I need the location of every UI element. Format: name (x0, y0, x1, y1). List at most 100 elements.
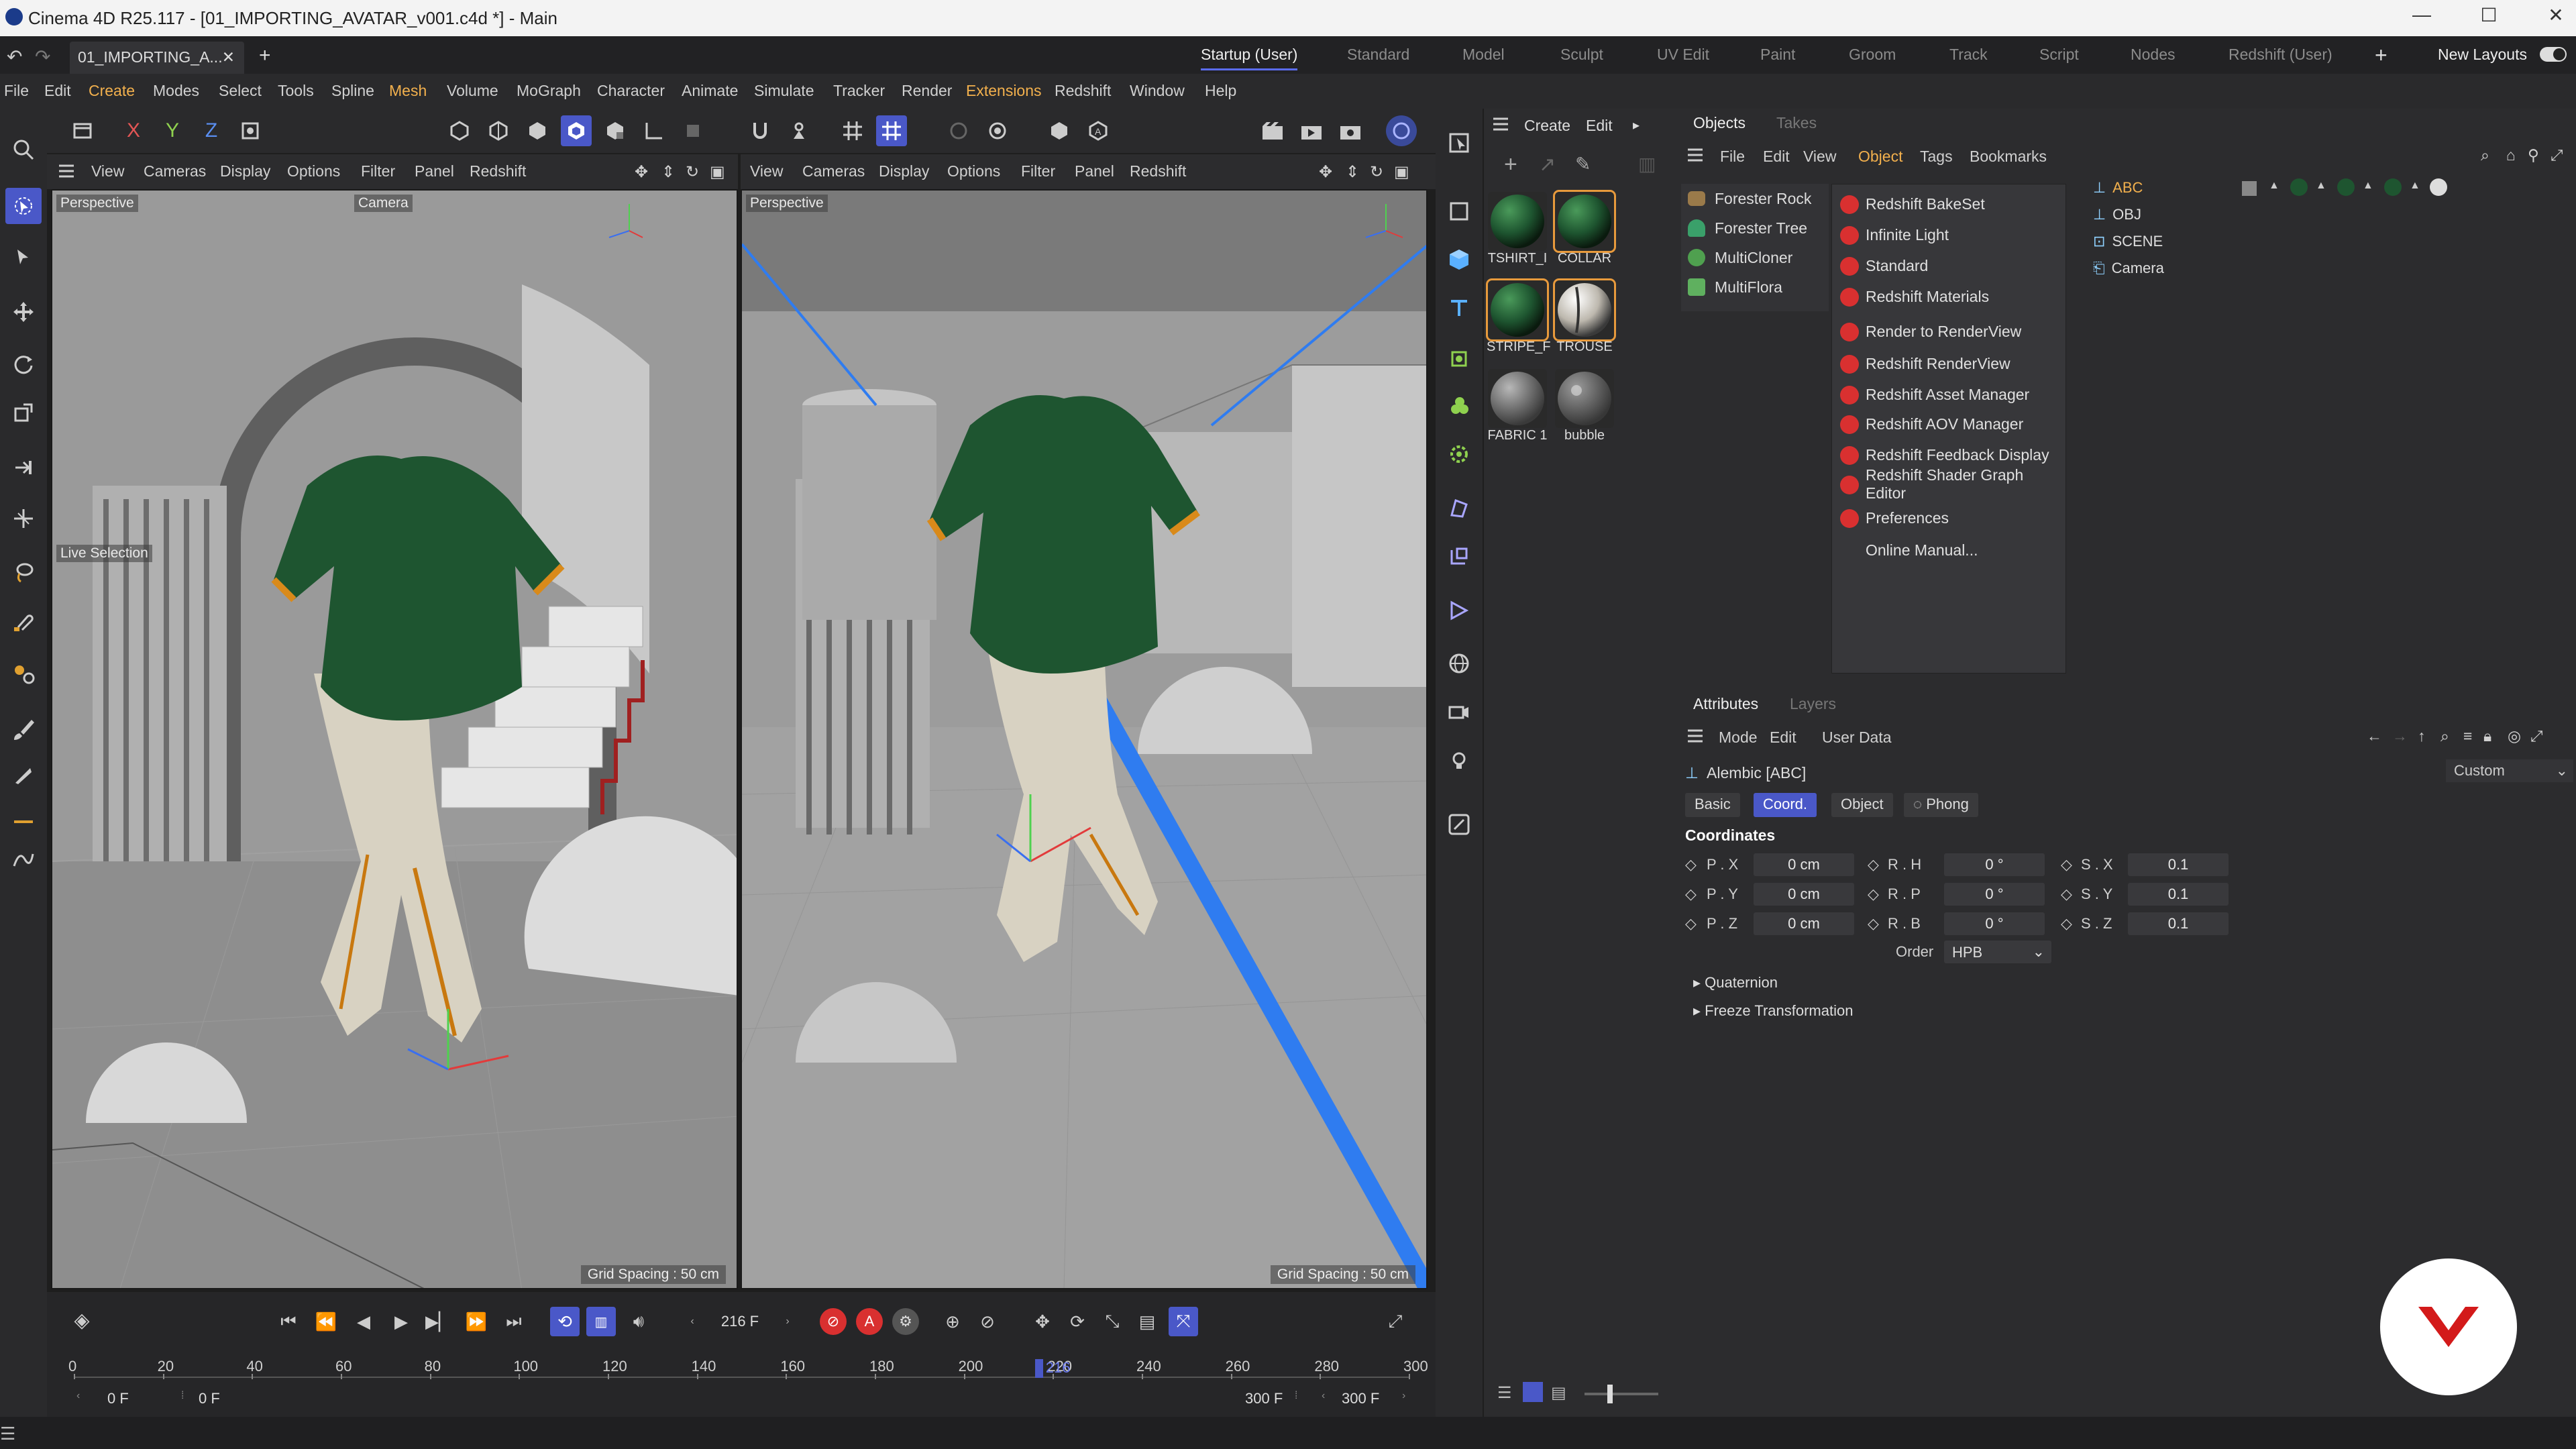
tab-attributes[interactable]: Attributes (1693, 695, 1758, 713)
menu-item-standard[interactable]: Standard (1832, 250, 2067, 281)
live-selection-icon[interactable] (5, 188, 42, 224)
autokey-icon[interactable]: A (856, 1308, 883, 1335)
field-py[interactable]: 0 cm (1754, 883, 1854, 906)
menu-window[interactable]: Window (1130, 82, 1185, 100)
snap-icon[interactable] (745, 115, 775, 146)
left-vp-display[interactable]: Display (220, 162, 270, 180)
layout-sculpt[interactable]: Sculpt (1560, 46, 1603, 64)
attribute-preset-dropdown[interactable]: Custom ⌄ (2446, 759, 2573, 782)
volume-icon[interactable] (1441, 592, 1477, 628)
redo-icon[interactable]: ↷ (35, 46, 50, 68)
menu-item-render-to-renderview[interactable]: Render to RenderView (1832, 316, 2067, 347)
left-viewport-label[interactable]: Perspective (56, 195, 138, 212)
menu-item-redshift-aov-manager[interactable]: Redshift AOV Manager (1832, 409, 2067, 439)
range-start-field[interactable]: 0 F (107, 1390, 129, 1407)
grid-view-icon[interactable] (1523, 1382, 1543, 1402)
range-left-handle[interactable]: ⁞ (181, 1390, 184, 1402)
keyframe-diamond-icon[interactable]: ◇ (1685, 885, 1697, 903)
menu-render[interactable]: Render (902, 82, 952, 100)
right-vp-move-icon[interactable]: ⇕ (1346, 162, 1359, 182)
objects-filter-icon[interactable]: ⚲ (2528, 146, 2539, 164)
menu-edit[interactable]: Edit (44, 82, 71, 100)
attributes-filter-icon[interactable]: ≡ (2463, 727, 2472, 745)
material-menu-icon[interactable] (1492, 117, 1509, 131)
field-sz[interactable]: 0.1 (2128, 912, 2229, 935)
subtab-basic[interactable]: Basic (1685, 793, 1740, 817)
menu-item-redshift-materials[interactable]: Redshift Materials (1832, 281, 2067, 312)
large-view-icon[interactable]: ▤ (1551, 1383, 1566, 1403)
menu-extensions[interactable]: Extensions (966, 82, 1042, 100)
text-spline-icon[interactable] (1441, 290, 1477, 326)
range-left-arrow[interactable]: ‹ (76, 1390, 80, 1402)
section-freeze-transformation[interactable]: ▸ Freeze Transformation (1693, 1002, 1853, 1020)
previous-key-icon[interactable]: ⏪ (313, 1308, 339, 1335)
range-right-arrow[interactable]: ‹ (1322, 1390, 1325, 1402)
range-end-field[interactable]: 300 F (1342, 1390, 1379, 1407)
tab-objects[interactable]: Objects (1693, 114, 1746, 132)
tab-layers[interactable]: Layers (1790, 695, 1836, 713)
keyframe-diamond-icon[interactable]: ◇ (2061, 915, 2072, 932)
menu-mograph[interactable]: MoGraph (517, 82, 581, 100)
current-frame-field[interactable]: 216 F (703, 1308, 777, 1335)
effector-gear-icon[interactable] (1441, 436, 1477, 472)
menu-item-redshift-asset-manager[interactable]: Redshift Asset Manager (1832, 379, 2067, 410)
eyedropper-icon[interactable]: ✎ (1575, 153, 1591, 175)
menu-spline[interactable]: Spline (331, 82, 374, 100)
soft-selection-icon[interactable] (5, 500, 42, 537)
attributes-menu-icon[interactable] (1686, 729, 1704, 743)
layout-paint[interactable]: Paint (1760, 46, 1795, 64)
order-dropdown[interactable]: HPB ⌄ (1944, 941, 2051, 963)
layout-toggle[interactable] (2540, 47, 2567, 62)
search-icon[interactable] (5, 131, 42, 168)
subtab-object[interactable]: Object (1831, 793, 1893, 817)
right-vp-view[interactable]: View (750, 162, 783, 180)
go-to-start-icon[interactable]: ⏮ (275, 1308, 302, 1335)
up-arrow-icon[interactable]: ↑ (2418, 727, 2426, 745)
objects-menu-icon[interactable] (1686, 148, 1704, 162)
menu-file[interactable]: File (4, 82, 29, 100)
attributes-search-icon[interactable]: ⌕ (2440, 727, 2449, 745)
layout-script[interactable]: Script (2039, 46, 2079, 64)
layout-uv-edit[interactable]: UV Edit (1657, 46, 1709, 64)
object-row-scene[interactable]: ⊡ SCENE (2093, 228, 2163, 255)
attributes-menu-user-data[interactable]: User Data (1822, 729, 1892, 747)
record-icon[interactable]: ⊘ (820, 1308, 847, 1335)
material-tag-icon[interactable] (2337, 178, 2355, 196)
left-vp-panel[interactable]: Panel (415, 162, 454, 180)
next-key-icon[interactable]: ⏩ (463, 1308, 490, 1335)
tag-icon[interactable]: ▲ (2269, 180, 2279, 192)
material-tile[interactable]: COLLAR (1553, 190, 1616, 266)
timeline-ruler[interactable]: 0 20 40 60 80 100 120 140 160 180 200 220 240 260 280 3… (68, 1355, 1428, 1382)
left-vp-redshift[interactable]: Redshift (470, 162, 526, 180)
go-to-end-icon[interactable]: ⏭ (500, 1308, 527, 1335)
material-edit-menu[interactable]: Edit (1586, 117, 1613, 135)
objects-menu-edit[interactable]: Edit (1763, 148, 1790, 166)
tab-takes[interactable]: Takes (1776, 114, 1817, 132)
paint-brush-icon[interactable] (5, 711, 42, 747)
viewport-menu-icon[interactable] (58, 164, 75, 178)
new-tab-icon[interactable]: + (259, 44, 271, 67)
multiflora-item[interactable]: MultiFlora (1688, 274, 1782, 301)
field-rh[interactable]: 0 ° (1944, 853, 2045, 876)
keyframe-diamond-icon[interactable]: ◇ (1685, 856, 1697, 873)
brush-group-icon[interactable] (5, 656, 42, 692)
material-tag-icon[interactable] (2384, 178, 2402, 196)
menu-character[interactable]: Character (597, 82, 665, 100)
multicloner-item[interactable]: MultiCloner (1688, 244, 1792, 271)
grid-icon[interactable] (837, 115, 868, 146)
key-scale-icon[interactable]: ⤡ (1099, 1308, 1126, 1335)
undo-icon[interactable]: ↶ (7, 46, 22, 68)
objects-menu-bookmarks[interactable]: Bookmarks (1970, 148, 2047, 166)
menu-item-redshift-renderview[interactable]: Redshift RenderView (1832, 348, 2067, 379)
menu-tracker[interactable]: Tracker (833, 82, 885, 100)
settings-gear-icon[interactable] (982, 115, 1013, 146)
field-px[interactable]: 0 cm (1754, 853, 1854, 876)
material-arrow-icon[interactable]: ↗ (1539, 153, 1556, 176)
subtab-coord[interactable]: Coord. (1754, 793, 1817, 817)
left-viewport-camera[interactable]: Camera (354, 195, 413, 212)
layout-redshift[interactable]: Redshift (User) (2229, 46, 2332, 64)
null-object-icon[interactable] (1441, 193, 1477, 229)
keyframe-diamond-icon[interactable]: ◇ (2061, 856, 2072, 873)
timeline-playhead[interactable] (1034, 1359, 1043, 1378)
subdivision-icon[interactable] (1441, 341, 1477, 377)
